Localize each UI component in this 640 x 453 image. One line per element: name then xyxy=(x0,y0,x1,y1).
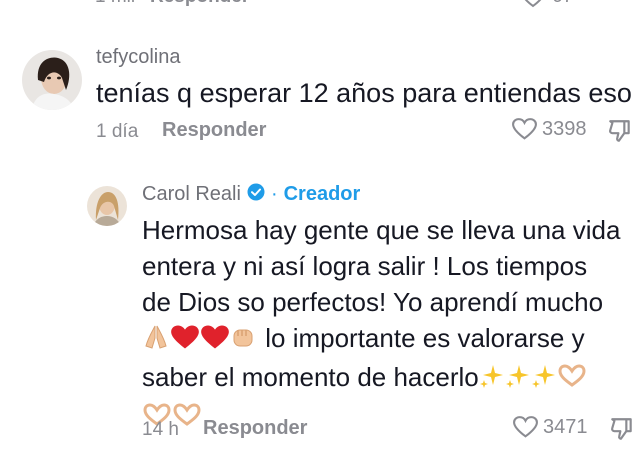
reply-button[interactable]: Responder xyxy=(203,417,307,440)
heart-icon xyxy=(512,118,537,140)
previous-reply-button[interactable]: Responder xyxy=(150,0,249,8)
comment-username[interactable]: tefycolina xyxy=(96,46,181,69)
like-button[interactable]: 3398 xyxy=(511,117,587,141)
dislike-button[interactable] xyxy=(609,416,635,447)
heart-hands-icon xyxy=(557,362,587,398)
comment-text-line: Hermosa hay gente que se lleva una vida xyxy=(142,215,621,245)
red-heart-icon xyxy=(170,323,200,359)
reply-button[interactable]: Responder xyxy=(162,119,266,142)
thumbs-down-icon xyxy=(609,120,630,142)
comment-text-line: saber el momento de hacerlo xyxy=(142,362,479,392)
separator-dot: · xyxy=(270,183,278,205)
comment-text-line: de Dios so perfectos! Yo aprendí mucho xyxy=(142,287,604,317)
comment-username[interactable]: Carol Reali xyxy=(142,183,241,206)
clapping-hands-icon xyxy=(230,323,258,359)
verified-badge-icon xyxy=(247,183,265,206)
previous-time: 1 mil xyxy=(95,0,135,8)
comment-text: Hermosa hay gente que se lleva una vida … xyxy=(142,212,640,437)
avatar[interactable] xyxy=(87,186,127,226)
folded-hands-icon xyxy=(142,323,170,359)
creator-label: Creador xyxy=(283,183,361,205)
comment-text-line: lo importante es valorarse y xyxy=(265,323,585,353)
heart-icon xyxy=(513,416,538,438)
avatar[interactable] xyxy=(22,50,82,110)
thumbs-down-icon xyxy=(611,418,632,440)
like-count: 3471 xyxy=(543,415,588,438)
previous-comment-actions: 1 mil Responder 67 xyxy=(0,0,640,8)
comment-time: 1 día xyxy=(96,121,139,142)
previous-like-count: 67 xyxy=(552,0,573,8)
dislike-button[interactable] xyxy=(607,118,633,149)
comment-time: 14 h xyxy=(142,419,179,440)
red-heart-icon xyxy=(200,323,230,359)
sparkles-icon xyxy=(479,362,505,398)
comment-text-line-with-emojis: lo importante es valorarse y xyxy=(142,320,640,359)
sparkles-icon xyxy=(505,362,531,398)
like-count: 3398 xyxy=(542,117,587,140)
comment-text-line-with-emojis: saber el momento de hacerlo xyxy=(142,359,640,398)
sparkles-icon xyxy=(531,362,557,398)
comment-header: Carol Reali · Creador xyxy=(142,183,360,206)
comment-text: tenías q esperar 12 años para entiendas … xyxy=(96,78,632,108)
heart-icon[interactable] xyxy=(520,0,546,13)
like-button[interactable]: 3471 xyxy=(512,415,588,439)
comment-text-line: entera y ni así logra salir ! Los tiempo… xyxy=(142,251,588,281)
